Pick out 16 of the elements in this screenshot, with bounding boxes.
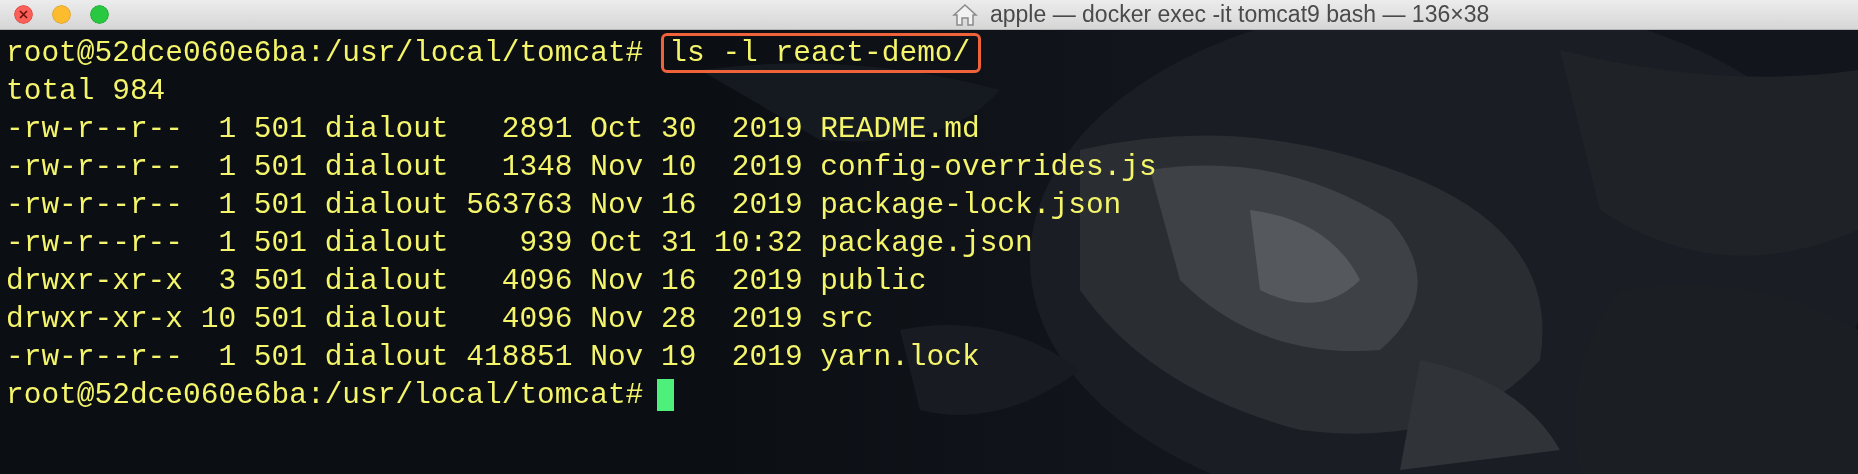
output-line: -rw-r--r-- 1 501 dialout 418851 Nov 19 2019 yarn.lock (6, 340, 980, 374)
home-icon (952, 2, 978, 27)
output-line: -rw-r--r-- 1 501 dialout 2891 Oct 30 2019 README.md (6, 112, 980, 146)
output-line: drwxr-xr-x 10 501 dialout 4096 Nov 28 2019 src (6, 302, 874, 336)
output-line: -rw-r--r-- 1 501 dialout 939 Oct 31 10:32 package.json (6, 226, 1033, 260)
output-line: total 984 (6, 74, 166, 108)
output-line: drwxr-xr-x 3 501 dialout 4096 Nov 16 2019 public (6, 264, 927, 298)
output-line: -rw-r--r-- 1 501 dialout 1348 Nov 10 2019 config-overrides.js (6, 150, 1157, 184)
output-line: -rw-r--r-- 1 501 dialout 563763 Nov 16 2019 package-lock.json (6, 188, 1122, 222)
close-icon[interactable] (14, 5, 33, 24)
highlighted-command: ls -l react-demo/ (661, 33, 982, 73)
prompt-text: root@52dce060e6ba:/usr/local/tomcat# (6, 378, 644, 412)
window-title: apple — docker exec -it tomcat9 bash — 136×38 (990, 1, 1490, 28)
prompt-text: root@52dce060e6ba:/usr/local/tomcat# (6, 36, 644, 70)
maximize-icon[interactable] (90, 5, 109, 24)
minimize-icon[interactable] (52, 5, 71, 24)
